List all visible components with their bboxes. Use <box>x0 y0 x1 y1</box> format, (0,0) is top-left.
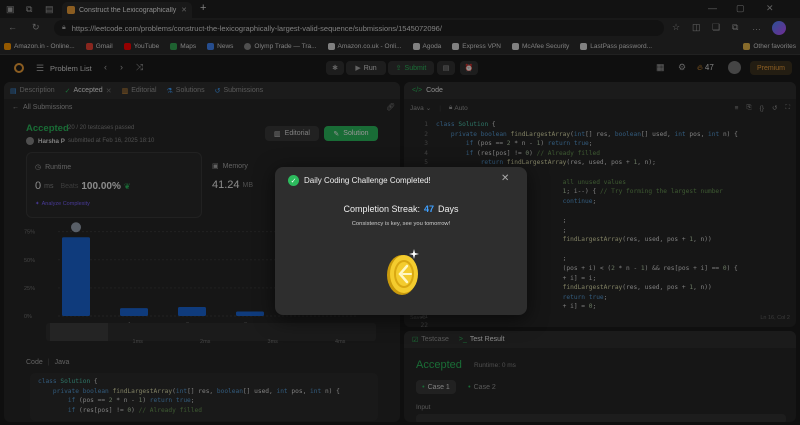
completion-streak: Completion Streak: 47 Days <box>275 204 527 214</box>
check-circle-icon: ✓ <box>288 175 299 186</box>
streak-number: 47 <box>424 204 435 214</box>
modal-subtitle: Consistency is key, see you tomorrow! <box>351 221 451 227</box>
modal-header: ✓ Daily Coding Challenge Completed! <box>288 175 431 186</box>
leetcoin-icon <box>387 249 419 295</box>
modal-title: Daily Coding Challenge Completed! <box>304 176 431 185</box>
streak-suffix: Days <box>438 204 459 214</box>
daily-challenge-modal: ✓ Daily Coding Challenge Completed! ✕ Co… <box>275 167 527 315</box>
modal-close-button[interactable]: ✕ <box>501 173 509 184</box>
streak-prefix: Completion Streak: <box>343 204 420 214</box>
